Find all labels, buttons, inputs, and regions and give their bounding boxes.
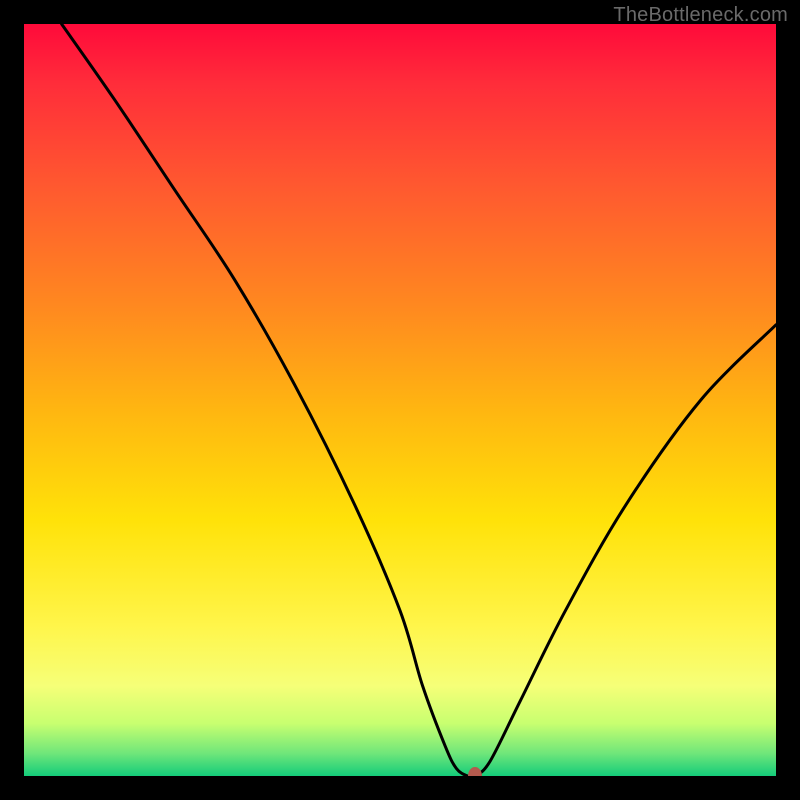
bottleneck-curve: [24, 24, 776, 776]
plot-area: [24, 24, 776, 776]
chart-frame: TheBottleneck.com: [0, 0, 800, 800]
watermark-text: TheBottleneck.com: [613, 4, 788, 27]
